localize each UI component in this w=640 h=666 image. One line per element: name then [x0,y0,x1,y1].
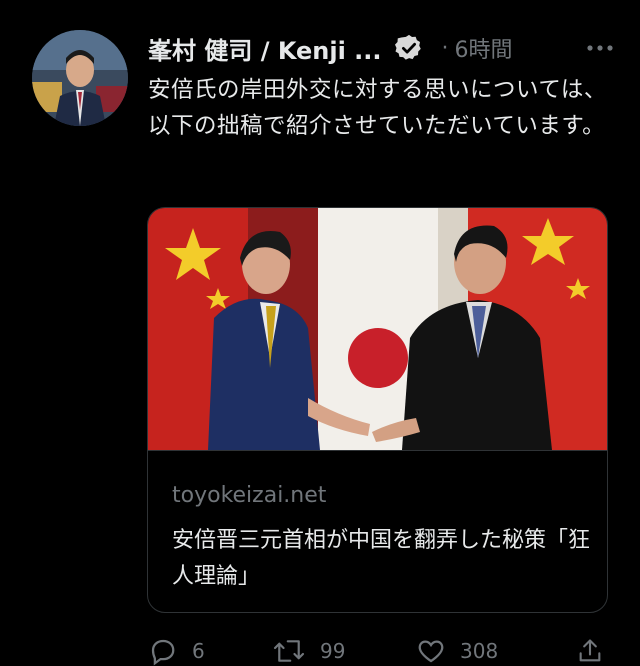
card-image[interactable] [148,208,607,450]
card-title: 安倍晋三元首相が中国を翻弄した秘策「狂人理論」 [172,528,591,589]
like-count: 308 [460,639,499,663]
retweet-icon [273,640,305,662]
reply-button[interactable]: 6 [148,636,205,666]
card-domain: toyokeizai.net [172,483,327,508]
avatar[interactable] [32,30,128,126]
link-card[interactable]: toyokeizai.net 安倍晋三元首相が中国を翻弄した秘策「狂人理論」 [147,207,608,613]
author-name[interactable]: 峯村 健司 / Kenji ... [148,31,382,66]
tweet-header: 峯村 健司 / Kenji ... · 6時間 [148,30,618,66]
card-meta[interactable]: toyokeizai.net 安倍晋三元首相が中国を翻弄した秘策「狂人理論」 [148,450,607,612]
more-options-icon[interactable] [582,34,618,62]
tweet-text: 安倍氏の岸田外交に対する思いについては、以下の拙稿で紹介させていただいています。 [148,77,607,139]
timestamp[interactable]: 6時間 [455,32,513,64]
tweet[interactable]: 峯村 健司 / Kenji ... · 6時間 安倍氏の岸田外交に対する思いにつ… [0,0,640,666]
reply-count: 6 [192,639,205,663]
share-button[interactable] [576,636,604,666]
share-icon [579,639,601,662]
action-bar: 6 99 308 [148,636,618,666]
reply-icon [151,639,175,666]
verified-badge-icon[interactable] [394,33,424,63]
like-button[interactable]: 308 [416,636,498,666]
separator-dot: · [441,35,449,61]
retweet-button[interactable]: 99 [272,636,345,666]
avatar-image [32,30,128,126]
retweet-count: 99 [320,639,346,663]
heart-icon [418,640,444,663]
